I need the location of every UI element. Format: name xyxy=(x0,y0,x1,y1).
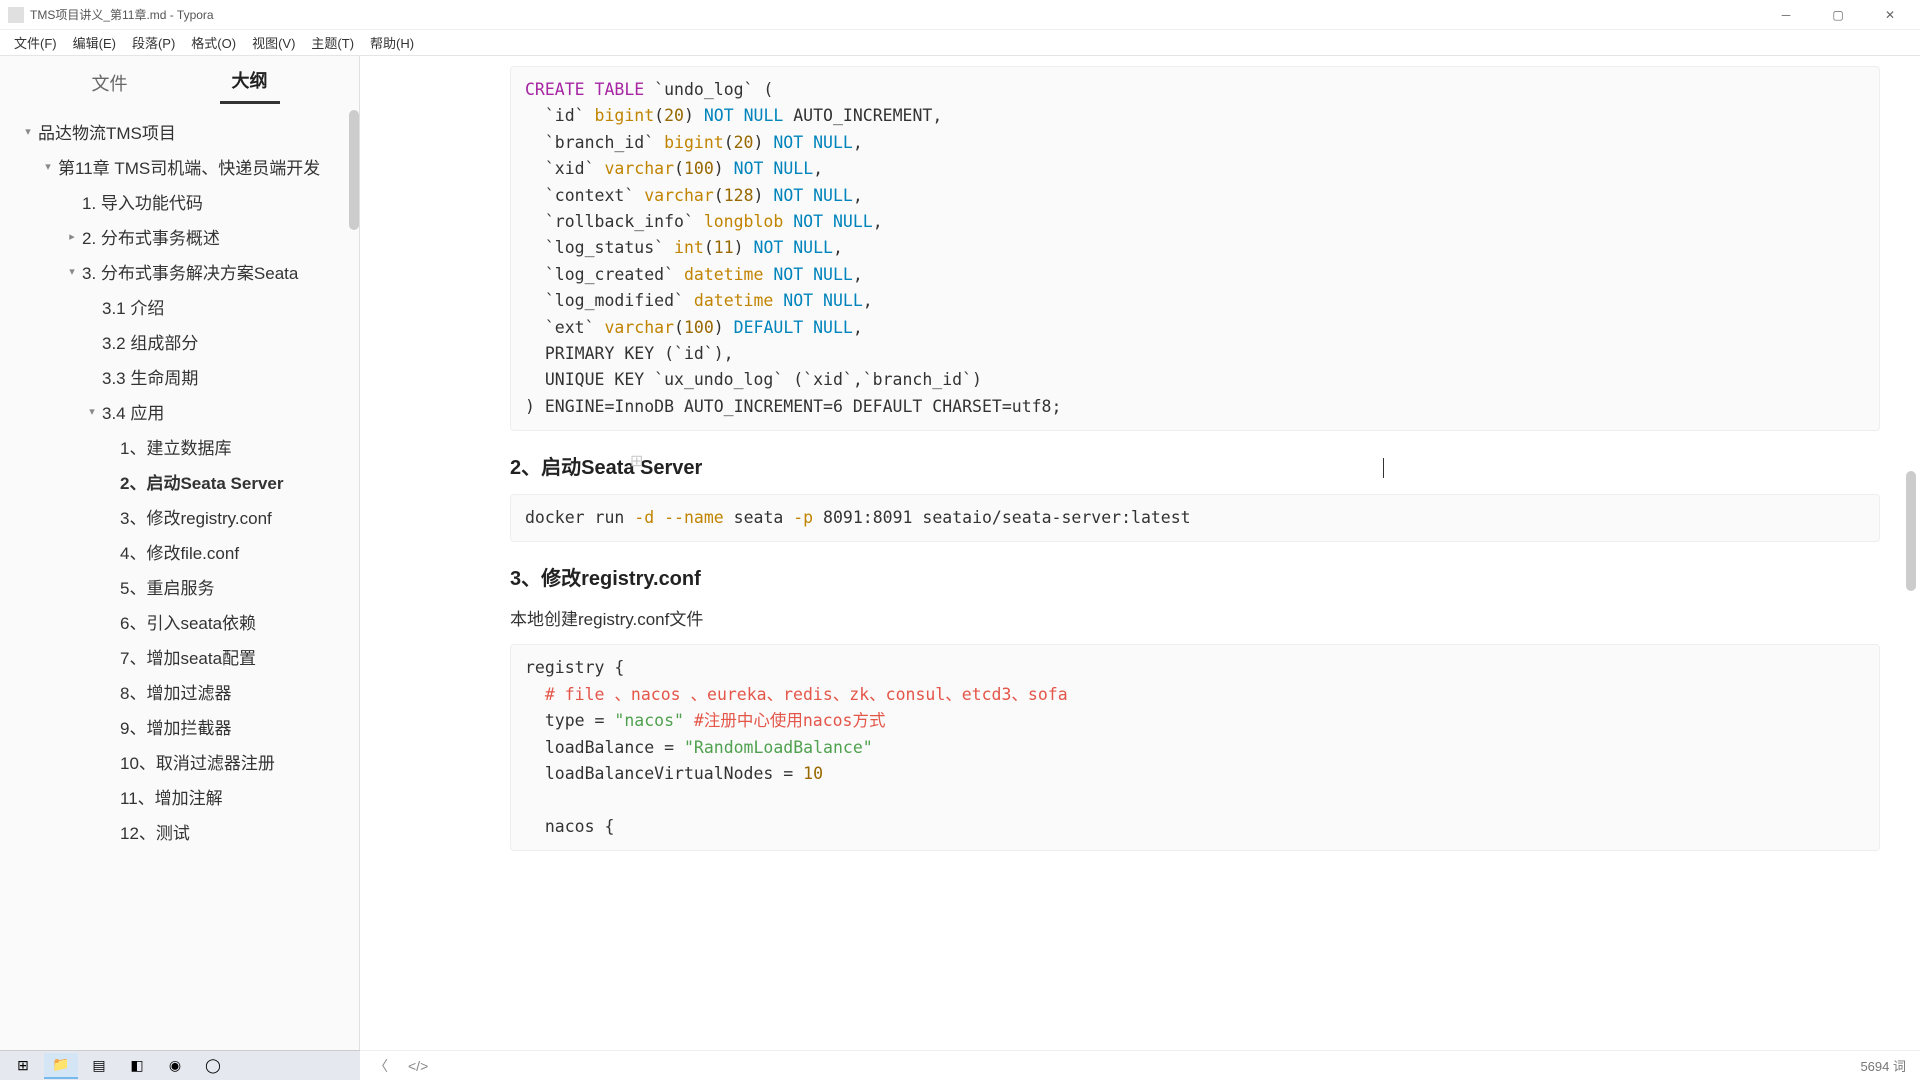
outline-item-17[interactable]: ▾9、增加拦截器 xyxy=(6,709,359,744)
menu-file[interactable]: 文件(F) xyxy=(6,30,65,55)
outline-item-14[interactable]: ▾6、引入seata依赖 xyxy=(6,604,359,639)
outline-tree: ▾品达物流TMS项目▾第11章 TMS司机端、快递员端开发▾1. 导入功能代码▸… xyxy=(0,104,359,1050)
start-button[interactable]: ⊞ xyxy=(6,1053,40,1079)
outline-item-12[interactable]: ▾4、修改file.conf xyxy=(6,534,359,569)
outline-item-label: 2、启动Seata Server xyxy=(120,469,283,494)
menu-theme[interactable]: 主题(T) xyxy=(303,30,362,55)
outline-item-11[interactable]: ▾3、修改registry.conf xyxy=(6,499,359,534)
editor-area[interactable]: CREATE TABLE `undo_log` ( `id` bigint(20… xyxy=(360,56,1920,1050)
outline-item-10[interactable]: ▾2、启动Seata Server xyxy=(6,464,359,499)
outline-item-7[interactable]: ▾3.3 生命周期 xyxy=(6,359,359,394)
outline-item-label: 10、取消过滤器注册 xyxy=(120,749,275,774)
outline-item-2[interactable]: ▾1. 导入功能代码 xyxy=(6,184,359,219)
window-title: TMS项目讲义_第11章.md - Typora xyxy=(30,6,1772,23)
app-icon xyxy=(8,7,24,23)
sidebar-scrollbar[interactable] xyxy=(349,110,359,230)
maximize-button[interactable]: ▢ xyxy=(1824,5,1852,25)
outline-item-label: 第11章 TMS司机端、快递员端开发 xyxy=(58,154,320,179)
outline-item-6[interactable]: ▾3.2 组成部分 xyxy=(6,324,359,359)
code-block-registry[interactable]: registry { # file 、nacos 、eureka、redis、z… xyxy=(510,644,1880,851)
outline-item-label: 4、修改file.conf xyxy=(120,539,239,564)
chevron-down-icon[interactable]: ▾ xyxy=(84,405,100,418)
outline-item-label: 7、增加seata配置 xyxy=(120,644,256,669)
outline-item-label: 12、测试 xyxy=(120,819,190,844)
outline-item-3[interactable]: ▸2. 分布式事务概述 xyxy=(6,219,359,254)
chevron-down-icon[interactable]: ▾ xyxy=(40,160,56,173)
back-icon[interactable]: 〈 xyxy=(374,1056,388,1076)
tab-outline[interactable]: 大纲 xyxy=(220,59,280,104)
menu-help[interactable]: 帮助(H) xyxy=(362,30,422,55)
outline-item-4[interactable]: ▾3. 分布式事务解决方案Seata xyxy=(6,254,359,289)
outline-item-label: 5、重启服务 xyxy=(120,574,214,599)
outline-item-label: 3.4 应用 xyxy=(102,399,164,424)
menu-edit[interactable]: 编辑(E) xyxy=(65,30,124,55)
taskbar-app-1[interactable]: ▤ xyxy=(82,1053,116,1079)
sidebar: 文件 大纲 ▾品达物流TMS项目▾第11章 TMS司机端、快递员端开发▾1. 导… xyxy=(0,56,360,1050)
menubar: 文件(F) 编辑(E) 段落(P) 格式(O) 视图(V) 主题(T) 帮助(H… xyxy=(0,30,1920,56)
outline-item-label: 3.2 组成部分 xyxy=(102,329,198,354)
outline-item-label: 3. 分布式事务解决方案Seata xyxy=(82,259,298,284)
outline-item-label: 9、增加拦截器 xyxy=(120,714,231,739)
outline-item-15[interactable]: ▾7、增加seata配置 xyxy=(6,639,359,674)
window-titlebar: TMS项目讲义_第11章.md - Typora ─ ▢ ✕ xyxy=(0,0,1920,30)
minimize-button[interactable]: ─ xyxy=(1772,5,1800,25)
outline-item-label: 3.1 介绍 xyxy=(102,294,164,319)
chevron-right-icon[interactable]: ▸ xyxy=(64,230,80,243)
outline-item-label: 1、建立数据库 xyxy=(120,434,231,459)
outline-item-19[interactable]: ▾11、增加注解 xyxy=(6,779,359,814)
chevron-down-icon[interactable]: ▾ xyxy=(20,125,36,138)
heading-anchor-icon: ⊞ xyxy=(630,451,643,471)
outline-item-16[interactable]: ▾8、增加过滤器 xyxy=(6,674,359,709)
word-count[interactable]: 5694 词 xyxy=(1860,1056,1906,1075)
outline-item-label: 1. 导入功能代码 xyxy=(82,189,203,214)
heading-start-seata[interactable]: 2、启动Seata Server xyxy=(510,451,1880,480)
outline-item-13[interactable]: ▾5、重启服务 xyxy=(6,569,359,604)
code-block-docker[interactable]: docker run -d --name seata -p 8091:8091 … xyxy=(510,494,1880,542)
outline-item-9[interactable]: ▾1、建立数据库 xyxy=(6,429,359,464)
chevron-down-icon[interactable]: ▾ xyxy=(64,265,80,278)
heading-registry-conf[interactable]: 3、修改registry.conf xyxy=(510,562,1880,591)
outline-item-8[interactable]: ▾3.4 应用 xyxy=(6,394,359,429)
close-button[interactable]: ✕ xyxy=(1876,5,1904,25)
outline-item-18[interactable]: ▾10、取消过滤器注册 xyxy=(6,744,359,779)
outline-item-label: 2. 分布式事务概述 xyxy=(82,224,220,249)
outline-item-5[interactable]: ▾3.1 介绍 xyxy=(6,289,359,324)
outline-item-label: 6、引入seata依赖 xyxy=(120,609,256,634)
outline-item-0[interactable]: ▾品达物流TMS项目 xyxy=(6,114,359,149)
taskbar-app-3[interactable]: ◯ xyxy=(196,1053,230,1079)
tab-files[interactable]: 文件 xyxy=(80,62,140,104)
editor-scrollbar[interactable] xyxy=(1906,471,1916,591)
taskbar-app-2[interactable]: ◧ xyxy=(120,1053,154,1079)
source-code-icon[interactable]: </> xyxy=(408,1058,428,1074)
outline-item-20[interactable]: ▾12、测试 xyxy=(6,814,359,849)
menu-paragraph[interactable]: 段落(P) xyxy=(124,30,183,55)
statusbar: 〈 </> 5694 词 xyxy=(360,1050,1920,1080)
outline-item-label: 3、修改registry.conf xyxy=(120,504,272,529)
taskbar-chrome[interactable]: ◉ xyxy=(158,1053,192,1079)
outline-item-label: 3.3 生命周期 xyxy=(102,364,198,389)
menu-view[interactable]: 视图(V) xyxy=(244,30,303,55)
code-block-sql[interactable]: CREATE TABLE `undo_log` ( `id` bigint(20… xyxy=(510,66,1880,431)
outline-item-label: 品达物流TMS项目 xyxy=(38,119,176,144)
outline-item-label: 11、增加注解 xyxy=(120,784,223,809)
outline-item-1[interactable]: ▾第11章 TMS司机端、快递员端开发 xyxy=(6,149,359,184)
paragraph-registry[interactable]: 本地创建registry.conf文件 xyxy=(510,605,1880,630)
menu-format[interactable]: 格式(O) xyxy=(183,30,244,55)
taskbar-explorer[interactable]: 📁 xyxy=(44,1053,78,1079)
outline-item-label: 8、增加过滤器 xyxy=(120,679,231,704)
